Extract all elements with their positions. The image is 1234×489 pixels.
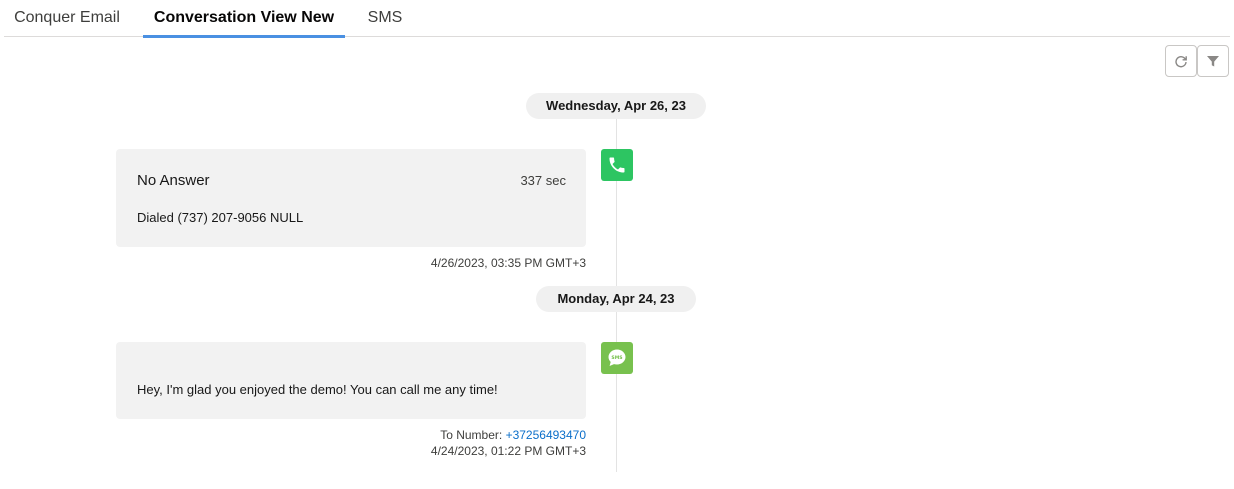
- sms-recipient: To Number: +37256493470: [440, 428, 586, 442]
- refresh-icon: [1174, 54, 1188, 68]
- sms-icon: SMS: [601, 342, 633, 374]
- call-event-card: No Answer 337 sec Dialed (737) 207-9056 …: [116, 149, 586, 247]
- sms-event-card: Hey, I'm glad you enjoyed the demo! You …: [116, 342, 586, 419]
- filter-icon: [1206, 54, 1220, 68]
- svg-text:SMS: SMS: [611, 355, 622, 361]
- sms-message-text: Hey, I'm glad you enjoyed the demo! You …: [137, 382, 498, 397]
- tab-conquer-email[interactable]: Conquer Email: [4, 0, 130, 37]
- phone-icon: [601, 149, 633, 181]
- filter-button[interactable]: [1197, 45, 1229, 77]
- to-number-label: To Number:: [440, 428, 503, 442]
- call-duration: 337 sec: [520, 173, 566, 188]
- tab-sms[interactable]: SMS: [358, 0, 412, 37]
- date-separator: Monday, Apr 24, 23: [536, 286, 696, 312]
- event-timestamp: 4/24/2023, 01:22 PM GMT+3: [430, 444, 586, 458]
- event-timestamp: 4/26/2023, 03:35 PM GMT+3: [430, 256, 586, 270]
- tab-conversation-view-new[interactable]: Conversation View New: [143, 0, 345, 38]
- date-separator: Wednesday, Apr 26, 23: [526, 93, 706, 119]
- call-status-title: No Answer: [137, 172, 210, 189]
- refresh-button[interactable]: [1165, 45, 1197, 77]
- to-number-link[interactable]: +37256493470: [506, 428, 586, 442]
- tab-bar: Conquer Email Conversation View New SMS: [4, 0, 1230, 38]
- call-description: Dialed (737) 207-9056 NULL: [137, 210, 304, 225]
